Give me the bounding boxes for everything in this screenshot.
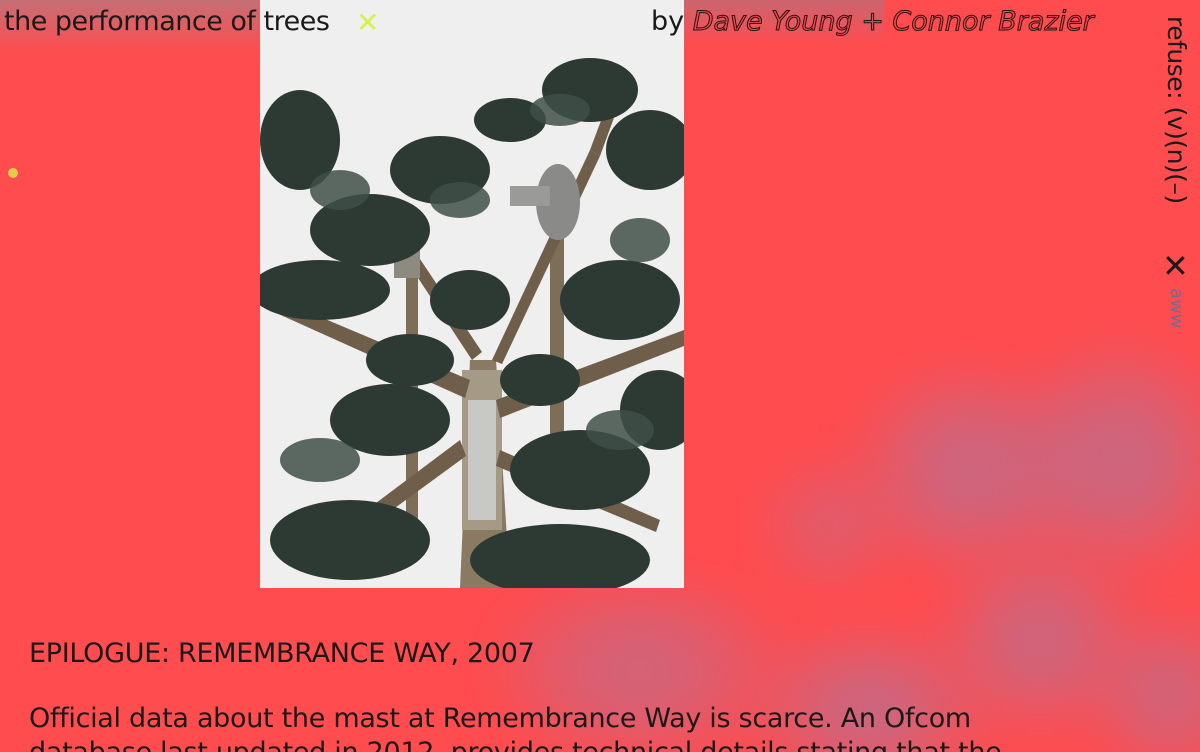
background-cloud [1020,330,1200,590]
side-nav-more[interactable]: aww [1166,288,1187,338]
byline-prefix: by [651,6,685,37]
close-icon[interactable]: ✕ [1162,250,1189,282]
background-cloud [760,470,900,580]
section-heading: EPILOGUE: REMEMBRANCE WAY, 2007 [29,638,535,669]
indicator-dot [8,168,18,178]
mast-tree-photo [260,0,684,588]
authors-link[interactable]: Dave Young + Connor Brazier [692,6,1094,38]
site-title[interactable]: the performance of trees [4,6,330,37]
byline: by Dave Young + Connor Brazier [651,6,1094,38]
side-nav: refuse: (v)(n)(–) ✕ aww [1156,8,1200,338]
brand-link[interactable]: refuse: (v)(n)(–) [1162,16,1191,204]
close-mark-icon[interactable]: ✕ [356,6,379,39]
article-paragraph: Official data about the mast at Remembra… [29,703,1002,752]
